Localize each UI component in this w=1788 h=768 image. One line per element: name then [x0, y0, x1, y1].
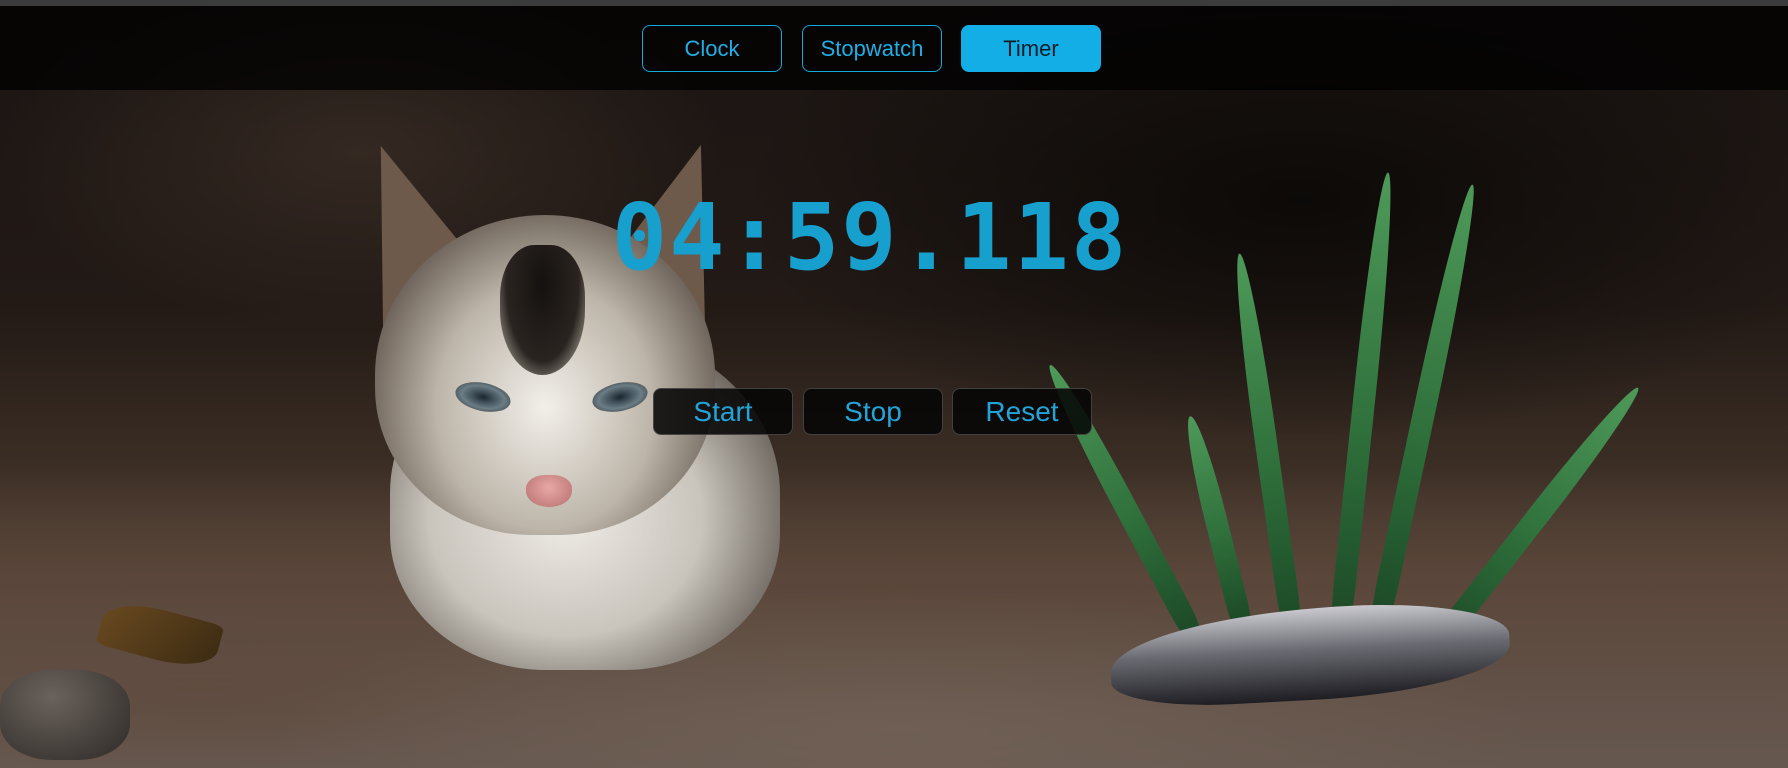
mode-tab-bar: Clock Stopwatch Timer [0, 0, 1788, 90]
stop-button[interactable]: Stop [803, 388, 943, 435]
reset-button[interactable]: Reset [952, 388, 1092, 435]
rock [0, 670, 130, 760]
kitten-nose [526, 475, 572, 507]
timer-display: 04:59.118 [611, 184, 1129, 291]
background-photo [0, 0, 1788, 768]
ground [0, 470, 1788, 768]
start-button[interactable]: Start [653, 388, 793, 435]
tab-stopwatch[interactable]: Stopwatch [802, 25, 942, 72]
tab-timer[interactable]: Timer [961, 25, 1101, 72]
tab-clock[interactable]: Clock [642, 25, 782, 72]
